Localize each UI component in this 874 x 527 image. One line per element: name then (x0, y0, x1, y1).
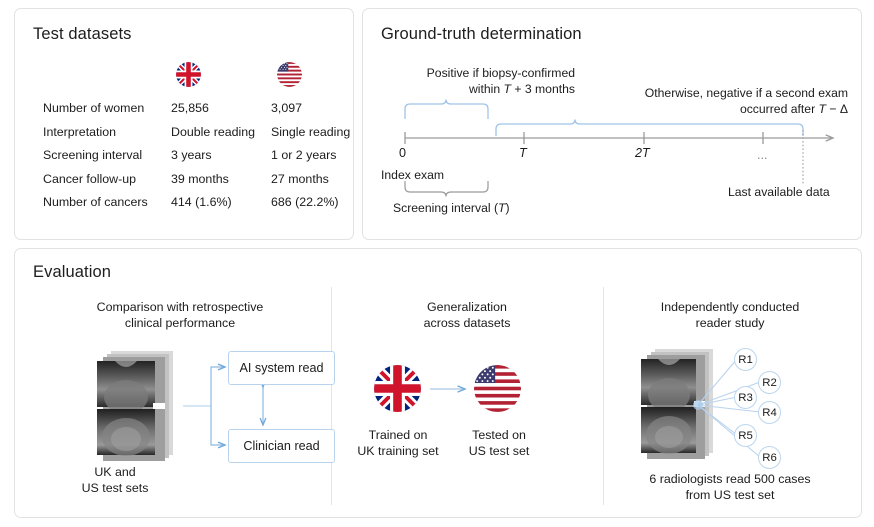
row-label: Interpretation (43, 125, 171, 139)
screening-interval-brace (405, 181, 488, 197)
reader-label: R6 (762, 452, 777, 464)
row-label: Number of women (43, 101, 171, 115)
eval-col3-caption: 6 radiologists read 500 cases from US te… (610, 471, 850, 503)
test-datasets-panel: Test datasets (14, 8, 354, 240)
row-label: Screening interval (43, 148, 171, 162)
row-uk-value: 3 years (171, 148, 271, 162)
row-label: Cancer follow-up (43, 172, 171, 186)
row-us-value: 686 (22.2%) (271, 195, 371, 209)
reader-circle-r3[interactable]: R3 (734, 386, 757, 409)
reader-caption-line1: 6 radiologists read 500 cases (649, 472, 810, 486)
table-row: Number of women 25,856 3,097 (43, 101, 371, 125)
table-row: Screening interval 3 years 1 or 2 years (43, 148, 371, 172)
row-us-value: 1 or 2 years (271, 148, 371, 162)
row-us-value: 3,097 (271, 101, 371, 115)
evaluation-panel: Evaluation Comparison with retrospective… (14, 248, 862, 518)
row-uk-value: Double reading (171, 125, 271, 139)
reader-label: R3 (738, 392, 753, 404)
screening-interval-label: Screening interval (T) (393, 201, 510, 215)
ground-truth-panel: Ground-truth determination Positive if b… (362, 8, 862, 240)
row-uk-value: 414 (1.6%) (171, 195, 271, 209)
tick-label-2T: 2T (635, 146, 650, 160)
us-flag-icon (277, 62, 302, 92)
last-available-data-label: Last available data (728, 185, 830, 199)
row-uk-value: 39 months (171, 172, 271, 186)
tick-label-ellipsis: ... (757, 148, 768, 162)
reader-label: R5 (738, 430, 753, 442)
reader-circle-r2[interactable]: R2 (758, 371, 781, 394)
row-label: Number of cancers (43, 195, 171, 209)
reader-label: R2 (762, 377, 777, 389)
tick-label-T: T (519, 146, 527, 160)
table-row: Number of cancers 414 (1.6%) 686 (22.2%) (43, 195, 371, 219)
reader-label: R4 (762, 407, 777, 419)
test-datasets-title: Test datasets (33, 25, 132, 44)
reader-circle-r5[interactable]: R5 (734, 424, 757, 447)
reader-circle-r1[interactable]: R1 (734, 348, 757, 371)
row-us-value: Single reading (271, 125, 371, 139)
table-row: Cancer follow-up 39 months 27 months (43, 172, 371, 196)
positive-window-brace (405, 100, 488, 120)
reader-circle-r6[interactable]: R6 (758, 446, 781, 469)
row-us-value: 27 months (271, 172, 371, 186)
row-uk-value: 25,856 (171, 101, 271, 115)
tick-label-0: 0 (399, 146, 406, 160)
test-datasets-table: Number of women 25,856 3,097 Interpretat… (43, 101, 371, 219)
reader-caption-line2: from US test set (686, 488, 775, 502)
reader-label: R1 (738, 354, 753, 366)
reader-circle-r4[interactable]: R4 (758, 401, 781, 424)
table-row: Interpretation Double reading Single rea… (43, 125, 371, 149)
index-exam-label: Index exam (381, 168, 444, 182)
uk-flag-icon (176, 62, 201, 92)
negative-window-brace (496, 120, 803, 137)
